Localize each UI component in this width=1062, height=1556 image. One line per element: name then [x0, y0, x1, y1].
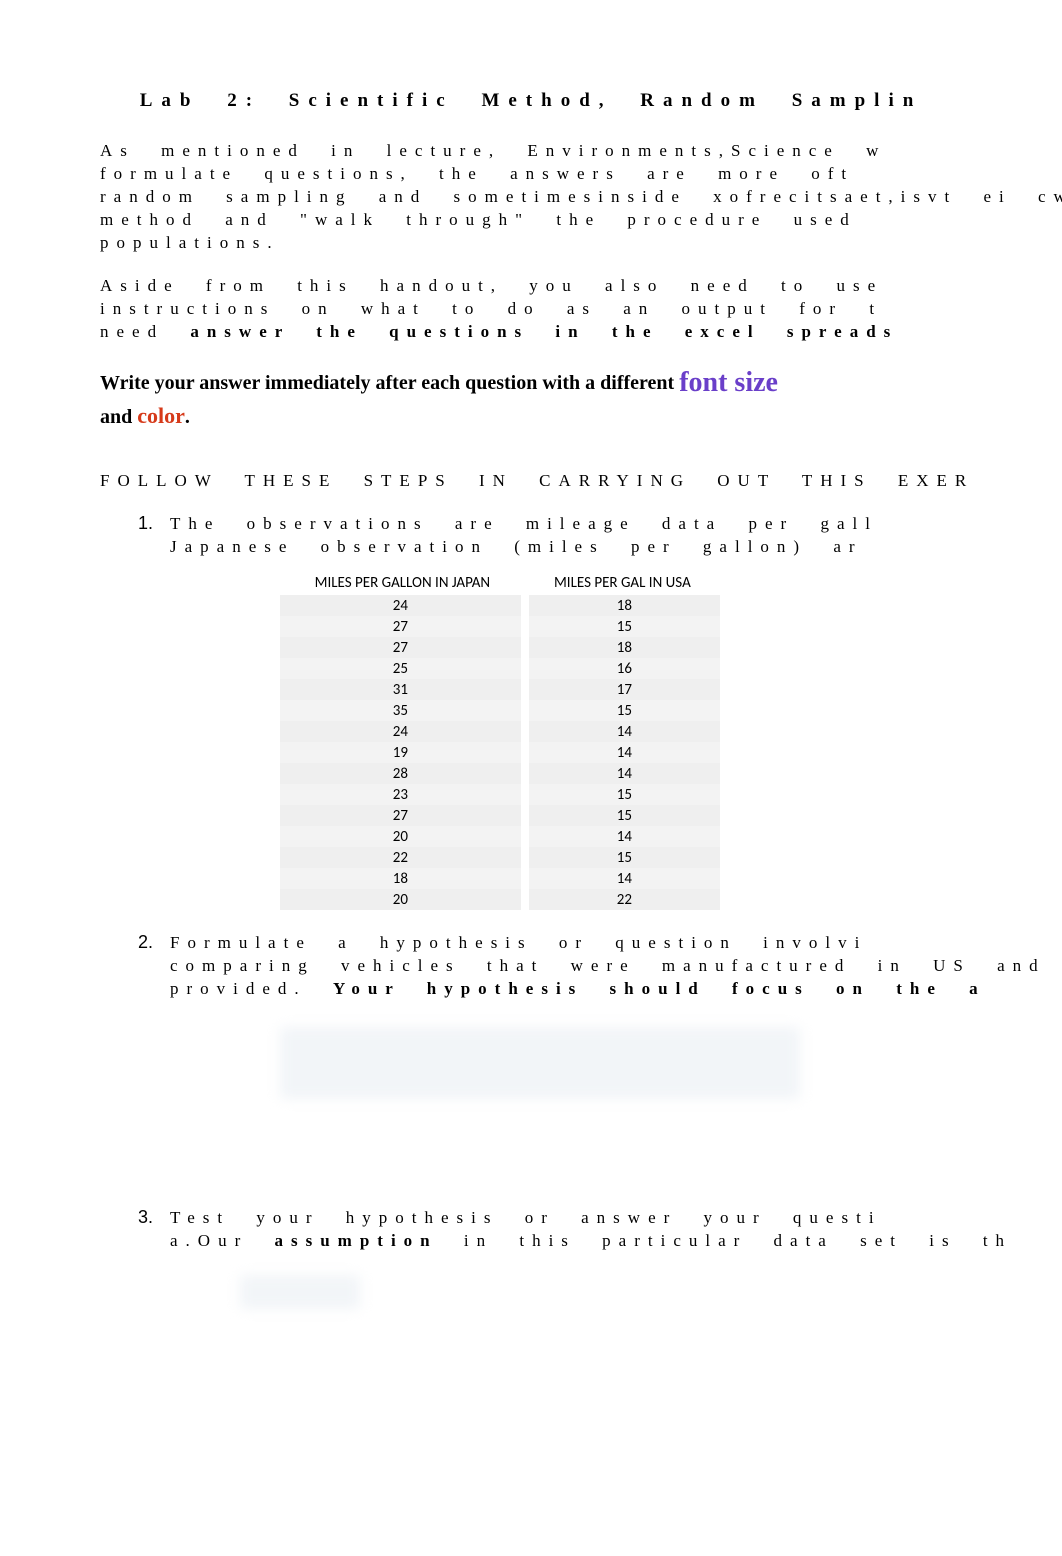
cell-usa: 14	[525, 721, 720, 742]
blurred-answer-area	[280, 1027, 800, 1099]
aside-paragraph: Aside from this handout, you also need t…	[100, 275, 962, 344]
cell-usa: 15	[525, 847, 720, 868]
intro-paragraph: As mentioned in lecture, Environments,Sc…	[100, 140, 962, 255]
blurred-answer-area	[240, 1275, 360, 1309]
lab-title: Lab 2: Scientific Method, Random Samplin	[100, 90, 962, 112]
cell-japan: 19	[280, 742, 525, 763]
table-row: 1914	[280, 742, 720, 763]
instruction-note: Write your answer immediately after each…	[100, 364, 962, 432]
instruction-text: .	[185, 406, 190, 428]
aside-text: need	[100, 322, 190, 341]
cell-japan: 27	[280, 637, 525, 658]
step-bold: assumption	[274, 1231, 437, 1250]
step-number: 3.	[138, 1207, 153, 1228]
cell-japan: 27	[280, 805, 525, 826]
table-row: 1814	[280, 868, 720, 889]
cell-japan: 20	[280, 889, 525, 910]
color-emphasis: color	[137, 403, 185, 428]
cell-usa: 14	[525, 742, 720, 763]
cell-usa: 16	[525, 658, 720, 679]
step-item: 2. Formulate a hypothesis or question in…	[138, 932, 962, 1189]
cell-japan: 27	[280, 616, 525, 637]
cell-usa: 14	[525, 763, 720, 784]
font-size-emphasis: font size	[679, 367, 778, 398]
aside-bold: answer the questions in the excel spread…	[190, 322, 898, 341]
instruction-text: and	[100, 406, 137, 428]
cell-usa: 18	[525, 595, 720, 616]
intro-line: As mentioned in lecture, Environments,Sc…	[100, 140, 962, 163]
cell-japan: 35	[280, 700, 525, 721]
cell-japan: 22	[280, 847, 525, 868]
cell-usa: 14	[525, 826, 720, 847]
cell-usa: 15	[525, 805, 720, 826]
table-row: 3117	[280, 679, 720, 700]
cell-japan: 20	[280, 826, 525, 847]
mileage-table: MILES PER GALLON IN JAPAN MILES PER GAL …	[280, 571, 720, 910]
step-bold: Your hypothesis should focus on the a	[333, 979, 986, 998]
step-line: a.Our assumption in this particular data…	[170, 1230, 962, 1253]
cell-japan: 28	[280, 763, 525, 784]
table-header-japan: MILES PER GALLON IN JAPAN	[280, 571, 525, 595]
cell-usa: 17	[525, 679, 720, 700]
cell-japan: 18	[280, 868, 525, 889]
table-row: 2718	[280, 637, 720, 658]
cell-japan: 24	[280, 595, 525, 616]
aside-line: instructions on what to do as an output …	[100, 298, 962, 321]
table-row: 2315	[280, 784, 720, 805]
cell-usa: 14	[525, 868, 720, 889]
step-item: 1. The observations are mileage data per…	[138, 513, 962, 910]
follow-steps-heading: FOLLOW THESE STEPS IN CARRYING OUT THIS …	[100, 471, 962, 491]
aside-line: need answer the questions in the excel s…	[100, 321, 962, 344]
step-line: provided. Your hypothesis should focus o…	[170, 978, 962, 1001]
step-line: The observations are mileage data per ga…	[170, 513, 962, 536]
cell-japan: 24	[280, 721, 525, 742]
intro-line: populations.	[100, 232, 962, 255]
table-row: 2418	[280, 595, 720, 616]
cell-usa: 15	[525, 616, 720, 637]
table-row: 2715	[280, 805, 720, 826]
table-row: 2014	[280, 826, 720, 847]
table-row: 2814	[280, 763, 720, 784]
intro-line: method and "walk through" the procedure …	[100, 209, 962, 232]
steps-list: 1. The observations are mileage data per…	[138, 513, 962, 1309]
step-line: comparing vehicles that were manufacture…	[170, 955, 962, 978]
cell-usa: 15	[525, 784, 720, 805]
table-row: 2022	[280, 889, 720, 910]
step-number: 2.	[138, 932, 153, 953]
cell-usa: 22	[525, 889, 720, 910]
instruction-text: Write your answer immediately after each…	[100, 372, 674, 394]
step-line: Formulate a hypothesis or question invol…	[170, 932, 962, 955]
intro-line: random sampling and sometimesinside xofr…	[100, 186, 962, 209]
table-row: 2516	[280, 658, 720, 679]
cell-japan: 31	[280, 679, 525, 700]
step-item: 3. Test your hypothesis or answer your q…	[138, 1207, 962, 1309]
step-number: 1.	[138, 513, 153, 534]
table-row: 3515	[280, 700, 720, 721]
step-text-span: in this particular data set is th	[438, 1231, 1012, 1250]
step-text-span: provided.	[170, 979, 333, 998]
cell-japan: 23	[280, 784, 525, 805]
table-header-usa: MILES PER GAL IN USA	[525, 571, 720, 595]
cell-usa: 15	[525, 700, 720, 721]
aside-line: Aside from this handout, you also need t…	[100, 275, 962, 298]
table-row: 2715	[280, 616, 720, 637]
step-text-span: a.Our	[170, 1231, 274, 1250]
step-line: Japanese observation (miles per gallon) …	[170, 536, 962, 559]
step-line: Test your hypothesis or answer your ques…	[170, 1207, 962, 1230]
cell-japan: 25	[280, 658, 525, 679]
cell-usa: 18	[525, 637, 720, 658]
table-row: 2414	[280, 721, 720, 742]
table-row: 2215	[280, 847, 720, 868]
intro-line: formulate questions, the answers are mor…	[100, 163, 962, 186]
